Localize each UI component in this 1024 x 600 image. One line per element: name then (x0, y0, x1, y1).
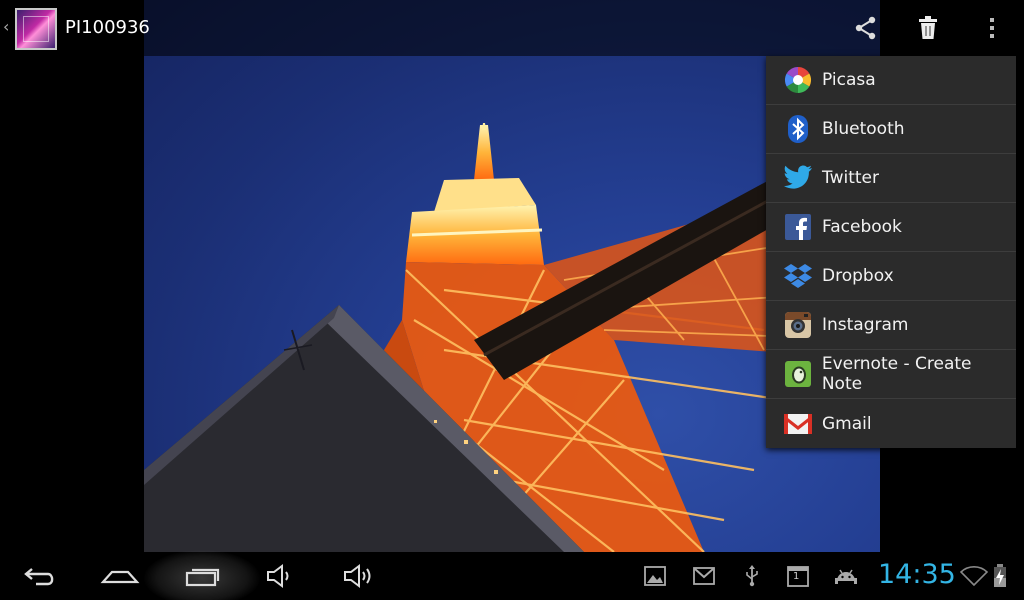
share-button[interactable] (846, 8, 886, 48)
home-button[interactable] (92, 556, 148, 596)
share-item-label: Evernote - Create Note (821, 354, 972, 394)
wifi-icon (960, 564, 988, 588)
share-item-instagram[interactable]: Instagram (766, 301, 1016, 350)
share-item-gmail[interactable]: Gmail (766, 399, 1016, 448)
recent-apps-icon (185, 568, 220, 587)
share-menu: Picasa Bluetooth Twitter Facebook Dropbo… (766, 56, 1016, 448)
share-item-label: Dropbox (822, 266, 894, 286)
calendar-icon[interactable]: 1 (786, 564, 810, 588)
back-icon (24, 568, 54, 586)
twitter-icon (783, 163, 813, 193)
home-icon (100, 570, 140, 584)
calendar-day: 1 (793, 571, 800, 582)
share-item-dropbox[interactable]: Dropbox (766, 252, 1016, 301)
delete-button[interactable] (908, 8, 948, 48)
battery-charging-icon (992, 564, 1008, 588)
share-item-evernote[interactable]: Evernote - Create Note (766, 350, 1016, 399)
bluetooth-icon (783, 114, 813, 144)
delete-icon (919, 16, 937, 39)
volume-up-icon (344, 564, 371, 588)
share-item-label: Picasa (822, 70, 876, 90)
volume-up-button[interactable] (332, 556, 388, 596)
overflow-menu-icon (990, 18, 994, 38)
back-button[interactable] (12, 556, 68, 596)
share-icon (855, 16, 876, 40)
share-item-label: Facebook (822, 217, 902, 237)
action-bar: ‹ PI100936 (0, 0, 1024, 56)
status-clock[interactable]: 14:35 (878, 559, 956, 590)
share-item-picasa[interactable]: Picasa (766, 56, 1016, 105)
instagram-icon (783, 310, 813, 340)
gallery-thumbnail-icon[interactable] (15, 8, 57, 50)
dropbox-icon (783, 261, 813, 291)
recent-apps-button[interactable] (174, 556, 230, 596)
gmail-icon (783, 409, 813, 439)
volume-down-icon (267, 564, 289, 588)
gmail-notification-icon[interactable] (692, 564, 716, 588)
volume-down-button[interactable] (252, 556, 308, 596)
android-debug-icon[interactable] (834, 564, 858, 588)
share-item-label: Gmail (822, 413, 872, 434)
up-caret-icon[interactable]: ‹ (3, 17, 9, 36)
evernote-icon (783, 359, 813, 389)
share-item-label: Instagram (822, 315, 909, 335)
usb-icon[interactable] (740, 564, 764, 588)
share-item-label: Bluetooth (822, 119, 905, 139)
share-item-facebook[interactable]: Facebook (766, 203, 1016, 252)
picasa-icon (783, 65, 813, 95)
share-item-label: Twitter (822, 168, 879, 188)
facebook-icon (783, 212, 813, 242)
share-item-bluetooth[interactable]: Bluetooth (766, 105, 1016, 154)
gallery-notification-icon[interactable] (643, 564, 667, 588)
share-item-twitter[interactable]: Twitter (766, 154, 1016, 203)
system-bar: 1 14:35 (0, 550, 1024, 600)
photo-title: PI100936 (65, 17, 150, 38)
overflow-menu-button[interactable] (972, 8, 1012, 48)
